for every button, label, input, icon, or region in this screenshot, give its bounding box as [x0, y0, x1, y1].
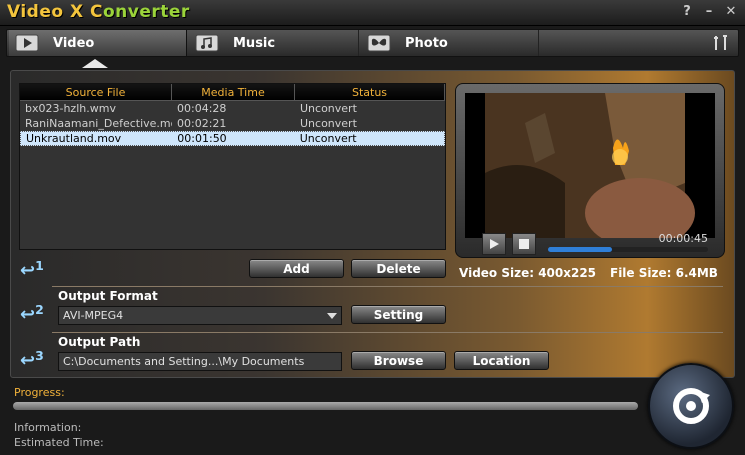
location-button[interactable]: Location — [454, 351, 549, 370]
tab-bar: Video Music Photo — [6, 29, 739, 57]
section-divider — [52, 332, 723, 333]
header-status[interactable]: Status — [295, 84, 445, 100]
output-path-label: Output Path — [58, 335, 141, 349]
butterfly-icon — [367, 34, 391, 52]
music-note-icon — [195, 34, 219, 52]
step-arrow-icon: ↩ — [20, 260, 36, 281]
browse-button[interactable]: Browse — [351, 351, 446, 370]
window-controls: ? – ✕ — [681, 4, 737, 19]
row-time: 00:01:50 — [177, 132, 227, 145]
table-row[interactable]: bx023-hzlh.wmv 00:04:28 Unconvert — [20, 101, 445, 116]
row-status: Unconvert — [300, 117, 357, 130]
play-icon — [15, 34, 39, 52]
row-status: Unconvert — [300, 102, 357, 115]
step-2-number: 2 — [35, 302, 44, 317]
tab-photo[interactable]: Photo — [361, 30, 539, 56]
video-preview: 00:00:45 — [455, 83, 725, 258]
information-label: Information: — [14, 421, 82, 434]
row-file: RaniNaamani_Defective.mov — [25, 117, 172, 130]
step-1-number: 1 — [35, 258, 44, 273]
seek-bar[interactable] — [548, 247, 708, 252]
app-title-part1: Video X C — [7, 2, 103, 22]
estimated-time-label: Estimated Time: — [14, 436, 104, 449]
progress-label: Progress: — [14, 386, 65, 399]
tab-music-label: Music — [233, 35, 276, 51]
table-row[interactable]: RaniNaamani_Defective.mov 00:02:21 Uncon… — [20, 116, 445, 131]
app-title-part2: onverter — [102, 2, 190, 22]
row-status: Unconvert — [299, 132, 357, 145]
step-arrow-icon: ↩ — [20, 350, 36, 371]
step-2-marker: ↩2 — [20, 302, 44, 325]
tab-photo-label: Photo — [405, 35, 448, 51]
table-row-selected[interactable]: Unkrautland.mov 00:01:50 Unconvert — [20, 131, 445, 146]
step-1-marker: ↩1 — [20, 258, 44, 281]
header-source-file[interactable]: Source File — [20, 84, 172, 100]
progress-bar — [13, 402, 638, 410]
step-arrow-icon: ↩ — [20, 304, 36, 325]
stop-button[interactable] — [512, 233, 536, 255]
add-button[interactable]: Add — [249, 259, 344, 278]
row-file: bx023-hzlh.wmv — [25, 102, 116, 115]
video-size-text: Video Size: 400x225 — [459, 266, 597, 280]
row-time: 00:04:28 — [177, 102, 227, 115]
convert-refresh-icon — [673, 388, 710, 424]
minimize-button[interactable]: – — [703, 4, 715, 19]
convert-button[interactable] — [648, 363, 734, 449]
active-tab-pointer — [82, 59, 108, 68]
output-format-value: AVI-MPEG4 — [63, 309, 124, 322]
setting-button[interactable]: Setting — [351, 305, 446, 324]
app-title: Video X Converter — [7, 2, 190, 22]
video-controls: 00:00:45 — [456, 231, 726, 259]
delete-button[interactable]: Delete — [351, 259, 446, 278]
tab-video-label: Video — [53, 35, 95, 51]
tab-video[interactable]: Video — [9, 30, 187, 56]
help-button[interactable]: ? — [681, 4, 693, 19]
output-format-select[interactable]: AVI-MPEG4 — [58, 306, 342, 325]
file-size-text: File Size: 6.4MB — [610, 266, 718, 280]
header-media-time[interactable]: Media Time — [172, 84, 295, 100]
file-table: Source File Media Time Status bx023-hzlh… — [19, 83, 446, 250]
seek-bar-fill — [548, 247, 612, 252]
step-3-number: 3 — [35, 348, 44, 363]
output-format-label: Output Format — [58, 289, 158, 303]
preview-time: 00:00:45 — [658, 232, 708, 245]
play-button[interactable] — [482, 233, 506, 255]
tools-icon[interactable] — [712, 34, 730, 52]
row-file: Unkrautland.mov — [26, 132, 122, 145]
output-path-field[interactable]: C:\Documents and Setting...\My Documents — [58, 352, 342, 371]
section-divider — [52, 286, 723, 287]
title-bar: Video X Converter ? – ✕ — [0, 0, 745, 26]
tab-music[interactable]: Music — [189, 30, 359, 56]
row-time: 00:02:21 — [177, 117, 227, 130]
step-3-marker: ↩3 — [20, 348, 44, 371]
close-button[interactable]: ✕ — [725, 4, 737, 19]
preview-screen — [465, 93, 715, 238]
table-header: Source File Media Time Status — [20, 84, 445, 101]
chevron-down-icon — [327, 313, 337, 319]
preview-frame-image — [465, 93, 715, 238]
